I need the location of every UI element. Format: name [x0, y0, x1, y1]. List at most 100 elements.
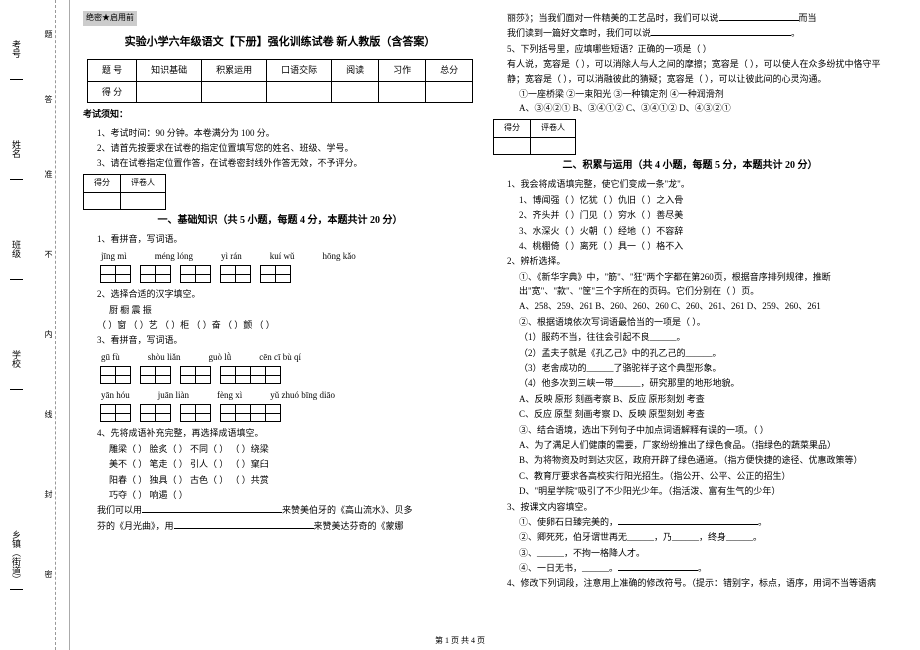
- p2q2-3: ③、结合语境，选出下列句子中加点词语解释有误的一项。（ ）: [519, 423, 887, 437]
- p2-q3: 3、按课文内容填空。: [507, 500, 887, 514]
- py: kuí wǔ: [270, 249, 295, 263]
- label-examno: 考号: [10, 40, 23, 80]
- score-cell[interactable]: [332, 81, 379, 102]
- p2q2-2-l0: （1）服药不当，往往会引起不良______。: [519, 330, 887, 344]
- mini-score-2: 得分评卷人: [493, 119, 576, 156]
- score-cell[interactable]: [137, 81, 202, 102]
- q2-line2: （ ）窗 （ ）艺 （ ）柜 （ ）奋 （ ）颤 （ ）: [97, 318, 477, 332]
- p2q2-2-l3: （4）他多次到三峡一带______，研究那里的地形地貌。: [519, 376, 887, 390]
- notice-head: 考试须知：: [83, 107, 477, 121]
- t: ③、______，不拘一格降人才。: [519, 548, 645, 558]
- p2-q1: 1、我会将成语填完整，使它们变成一条"龙"。: [507, 177, 887, 191]
- score-cell[interactable]: [379, 81, 426, 102]
- q4-r3: 巧夺（ ） 响遏（ ）: [109, 488, 477, 502]
- r-top2: 我们读到一篇好文章时，我们可以说。: [507, 26, 887, 40]
- p2q2-1: ①、《新华字典》中，"筋"、"狂"两个字都在第260页，根据音序排列规律，推断出…: [519, 270, 887, 299]
- score-h2: 积累运用: [202, 60, 267, 81]
- paper-title: 实验小学六年级语文【下册】强化训练试卷 新人教版（含答案）: [83, 34, 477, 52]
- r-top: 丽莎》；当我们面对一件精美的工艺品时，我们可以说 而当: [507, 11, 887, 25]
- t: ②、卿死死，伯牙谓世再无______，乃______，终身______。: [519, 532, 762, 542]
- t: 丽莎》；当我们面对一件精美的工艺品时，我们可以说: [507, 13, 719, 23]
- py: gū fù: [101, 350, 120, 364]
- py: yì rán: [221, 249, 242, 263]
- py: yǔ zhuó bīng diāo: [270, 388, 335, 402]
- score-h4: 阅读: [332, 60, 379, 81]
- p2q1-r0: 1、博闻强（ ）忆犹（ ）仇旧（ ）之入骨: [519, 193, 887, 207]
- notice-2: 2、请首先按要求在试卷的指定位置填写您的姓名、班级、学号。: [97, 141, 477, 155]
- blank[interactable]: [142, 503, 282, 513]
- blank[interactable]: [719, 11, 799, 21]
- p2q3-l3: ④、一日无书，______。。: [519, 561, 887, 575]
- seal-text-3: 准: [43, 170, 54, 178]
- q4-fill1: 我们可以用来赞美伯牙的《高山流水》、贝多: [97, 503, 477, 517]
- char-grid-row-2b[interactable]: [101, 404, 477, 422]
- score-cell[interactable]: [202, 81, 267, 102]
- q2-line1: 厨 橱 震 振: [109, 303, 477, 317]
- seal-text-1: 题: [43, 30, 54, 38]
- p2q1-r1: 2、齐头并（ ）门见（ ）穷水（ ）善尽美: [519, 208, 887, 222]
- score-h0: 题 号: [87, 60, 136, 81]
- seal-text-8: 密: [43, 570, 54, 578]
- t: 而当: [799, 13, 817, 23]
- blank[interactable]: [174, 519, 314, 529]
- mini-a: 得分: [494, 119, 531, 137]
- p2q2-3-D: D、"明星学院"吸引了不少阳光少年。（指活泼、富有生气的少年）: [519, 484, 887, 498]
- t: 我们读到一篇好文章时，我们可以说: [507, 28, 651, 38]
- q5-opts: ①一座桥梁 ②一束阳光 ③一种镇定剂 ④一种润滑剂: [519, 87, 887, 101]
- py: guò lǜ: [209, 350, 232, 364]
- p2q2-2-oC: C、反应 原型 刻画考察 D、反映 原型刻划 考查: [519, 407, 887, 421]
- dashed-line: [55, 0, 56, 650]
- score-h5: 习作: [379, 60, 426, 81]
- p2-q4: 4、修改下列词段，注意用上准确的修改符号。（提示：错别字，标点，语序，用词不当等…: [507, 576, 887, 590]
- mini-a: 得分: [84, 174, 121, 192]
- seal-text-7: 封: [43, 490, 54, 498]
- p2q3-l2: ③、______，不拘一格降人才。: [519, 546, 887, 560]
- label-town: 乡镇（街道）: [10, 530, 23, 590]
- score-h6: 总分: [426, 60, 473, 81]
- char-grid-row-1[interactable]: [101, 265, 477, 283]
- p2q2-2: ②、根据语境依次写词语最恰当的一项是（ ）。: [519, 315, 887, 329]
- pinyin-row-2a: gū fù shòu liǎn guò lǜ cēn cī bù qí: [101, 350, 477, 364]
- pinyin-row-2b: yān hóu juān liàn fèng xì yǔ zhuó bīng d…: [101, 388, 477, 402]
- mini-b: 评卷人: [531, 119, 576, 137]
- blank[interactable]: [618, 561, 698, 571]
- secret-stamp: 绝密★启用前: [83, 11, 137, 26]
- mini-score-1: 得分评卷人: [83, 174, 166, 211]
- q3: 3、看拼音，写词语。: [97, 333, 477, 347]
- part1-title: 一、基础知识（共 5 小题，每题 4 分，本题共计 20 分）: [83, 213, 477, 229]
- label-school: 学校: [10, 350, 23, 390]
- py: shòu liǎn: [148, 350, 181, 364]
- p2q2-2-l1: （2）孟夫子就是《孔乙己》中的孔乙己的______。: [519, 346, 887, 360]
- q4: 4、先将成语补充完整，再选择成语填空。: [97, 426, 477, 440]
- t: 我们可以用: [97, 505, 142, 515]
- label-class: 班级: [10, 240, 23, 280]
- q4-r1: 美不（ ） 笔走（ ） 引人（ ） （ ）窠臼: [109, 457, 477, 471]
- py: jīng mì: [101, 249, 127, 263]
- blank[interactable]: [618, 515, 758, 525]
- p2q3-l1: ②、卿死死，伯牙谓世再无______，乃______，终身______。: [519, 530, 887, 544]
- notice-1: 1、考试时间：90 分钟。本卷满分为 100 分。: [97, 126, 477, 140]
- score-cell[interactable]: [267, 81, 332, 102]
- score-h1: 知识基础: [137, 60, 202, 81]
- py: méng lóng: [155, 249, 193, 263]
- p2q1-r2: 3、水深火（ ）火朝（ ）经地（ ）不容辞: [519, 224, 887, 238]
- q4-r0: 雕梁（ ） 脍炙（ ） 不同（ ） （ ）绕梁: [109, 442, 477, 456]
- p2q2-2-oA: A、反映 原形 刻画考察 B、反应 原形刻划 考查: [519, 392, 887, 406]
- p2q2-2-l2: （3）老舍成功的______了骆驼祥子这个典型形象。: [519, 361, 887, 375]
- q2: 2、选择合适的汉字填空。: [97, 287, 477, 301]
- seal-text-6: 线: [43, 410, 54, 418]
- q5-choices: A、③④②① B、③④①② C、③④①② D、④③②①: [519, 101, 887, 115]
- seal-text-5: 内: [43, 330, 54, 338]
- q5: 5、下列括号里，应填哪些短语？正确的一项是（ ）: [507, 42, 887, 56]
- score-cell[interactable]: [426, 81, 473, 102]
- p2q3-l0: ①、使卵石日臻完美的，。: [519, 515, 887, 529]
- t: 来赞美达芬奇的《蒙娜: [314, 521, 404, 531]
- p2q2-1-opts: A、258、259、261 B、260、260、260 C、260、261、26…: [519, 299, 887, 313]
- pinyin-row-1: jīng mì méng lóng yì rán kuí wǔ hōng kǎo: [101, 249, 477, 263]
- score-table: 题 号 知识基础 积累运用 口语交际 阅读 习作 总分 得 分: [87, 59, 473, 103]
- label-name: 姓名: [10, 140, 23, 180]
- score-row2: 得 分: [87, 81, 136, 102]
- char-grid-row-2a[interactable]: [101, 366, 477, 384]
- blank[interactable]: [651, 26, 791, 36]
- notice-3: 3、请在试卷指定位置作答，在试卷密封线外作答无效，不予评分。: [97, 156, 477, 170]
